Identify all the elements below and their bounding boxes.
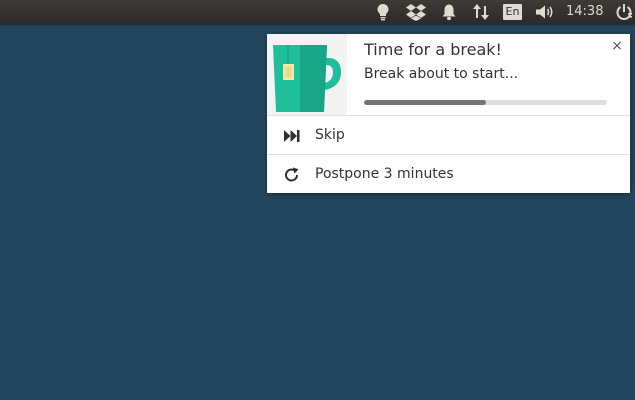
top-panel: En 14:38: [0, 0, 635, 24]
dropbox-icon[interactable]: [406, 2, 426, 22]
break-progress-fill: [364, 100, 486, 105]
language-indicator[interactable]: En: [503, 4, 522, 20]
tea-mug-icon: [267, 34, 347, 115]
postpone-label: Postpone 3 minutes: [315, 166, 454, 182]
skip-label: Skip: [315, 127, 345, 143]
notification-title: Time for a break!: [364, 40, 502, 59]
break-notification: Time for a break! Break about to start..…: [267, 34, 630, 193]
clock[interactable]: 14:38: [566, 0, 603, 24]
network-transfer-icon[interactable]: [471, 2, 491, 22]
bell-icon[interactable]: [440, 2, 458, 22]
break-progress-bar: [364, 100, 607, 105]
skip-forward-icon: [283, 127, 301, 145]
notification-header: Time for a break! Break about to start..…: [267, 34, 630, 115]
skip-button[interactable]: Skip: [267, 115, 630, 155]
close-button[interactable]: ×: [609, 37, 625, 55]
postpone-button[interactable]: Postpone 3 minutes: [267, 154, 630, 193]
volume-icon[interactable]: [534, 2, 556, 22]
notification-body: Break about to start...: [364, 66, 519, 82]
power-icon[interactable]: [614, 2, 634, 22]
lightbulb-icon[interactable]: [374, 2, 392, 22]
refresh-icon: [283, 166, 301, 184]
